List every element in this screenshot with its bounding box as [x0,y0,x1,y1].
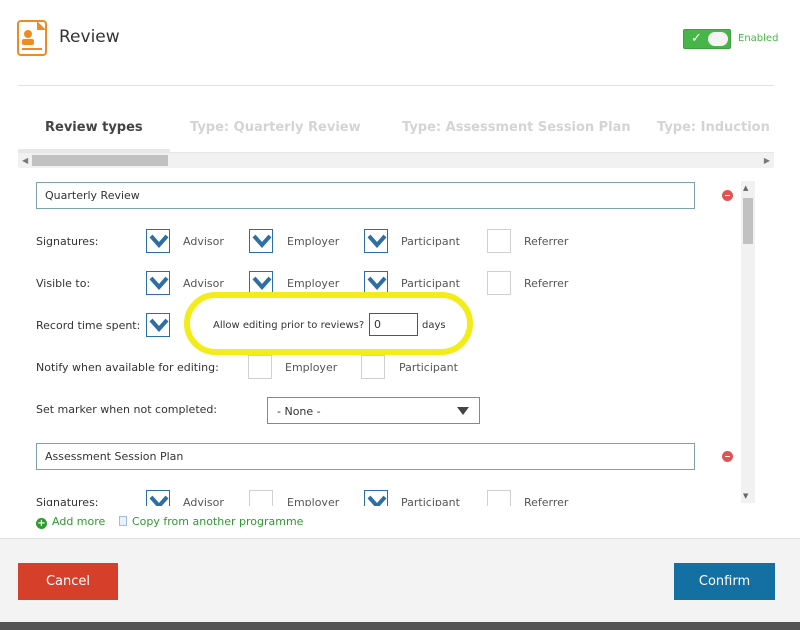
add-more-label: Add more [52,515,106,528]
marker-select[interactable]: - None - [267,397,480,424]
checkmark-icon [149,318,169,332]
page-title: Review [59,27,120,47]
checkmark-icon [367,495,387,506]
employer-label: Employer [287,235,340,248]
signature-employer-checkbox[interactable] [249,229,273,253]
employer-label: Employer [285,361,338,374]
employer-label: Employer [287,277,340,290]
confirm-button[interactable]: Confirm [674,563,775,600]
signature-advisor-checkbox[interactable] [146,490,170,506]
record-time-checkbox[interactable] [146,313,170,337]
remove-icon[interactable] [722,190,733,201]
referrer-label: Referrer [524,496,569,506]
referrer-label: Referrer [524,235,569,248]
dialog-footer: Cancel Confirm [0,538,800,630]
scroll-thumb[interactable] [743,198,753,244]
scroll-up-icon[interactable]: ▲ [743,184,748,192]
referrer-label: Referrer [524,277,569,290]
signature-advisor-checkbox[interactable] [146,229,170,253]
days-input[interactable]: 0 [369,313,418,336]
notify-participant-checkbox[interactable] [361,355,385,379]
days-unit-label: days [422,320,446,331]
scroll-thumb[interactable] [32,155,168,166]
enabled-toggle[interactable]: ✓ [683,29,731,49]
vertical-scrollbar[interactable]: ▲ ▼ [741,181,755,503]
signature-referrer-checkbox[interactable] [487,490,511,506]
page-header: Review ✓ Enabled [0,0,800,86]
copy-programme-label: Copy from another programme [132,515,304,528]
checkmark-icon [149,495,169,506]
notify-employer-checkbox[interactable] [248,355,272,379]
visible-participant-checkbox[interactable] [364,271,388,295]
scroll-down-icon[interactable]: ▼ [743,492,748,500]
window-edge [0,622,800,630]
visible-employer-checkbox[interactable] [249,271,273,295]
signature-participant-checkbox[interactable] [364,490,388,506]
review-document-icon [17,20,47,56]
signature-participant-checkbox[interactable] [364,229,388,253]
scroll-right-icon[interactable]: ▶ [764,153,770,168]
notify-label: Notify when available for editing: [36,361,219,374]
tab-induction[interactable]: Type: Induction Pr [657,108,774,152]
signature-referrer-checkbox[interactable] [487,229,511,253]
employer-label: Employer [287,496,340,506]
toggle-label: Enabled [738,33,779,44]
horizontal-scrollbar[interactable]: ◀ ▶ [18,152,774,168]
participant-label: Participant [399,361,458,374]
copy-programme-link[interactable]: Copy from another programme [119,515,303,528]
advisor-label: Advisor [183,277,224,290]
signatures-label: Signatures: [36,235,99,248]
partial-row-clip: Signatures: Advisor Employer Participant… [0,486,740,506]
toggle-knob [708,32,728,46]
record-time-label: Record time spent: [36,319,141,332]
remove-icon[interactable] [722,451,733,462]
tab-review-types[interactable]: Review types [18,108,170,152]
scroll-left-icon[interactable]: ◀ [22,153,28,168]
tab-assessment-session-plan[interactable]: Type: Assessment Session Plan [402,108,631,152]
marker-select-value: - None - [277,405,321,418]
checkmark-icon [252,276,272,290]
checkmark-icon [149,234,169,248]
participant-label: Participant [401,235,460,248]
document-icon [119,516,127,526]
participant-label: Participant [401,496,460,506]
checkmark-icon [367,234,387,248]
chevron-down-icon [457,407,469,415]
review-type-name-input[interactable]: Quarterly Review [36,182,695,209]
divider [18,85,774,86]
visible-referrer-checkbox[interactable] [487,271,511,295]
advisor-label: Advisor [183,496,224,506]
plus-icon: + [36,518,47,529]
checkmark-icon [252,234,272,248]
cancel-button[interactable]: Cancel [18,563,118,600]
advisor-label: Advisor [183,235,224,248]
visible-advisor-checkbox[interactable] [146,271,170,295]
signature-employer-checkbox[interactable] [249,490,273,506]
checkmark-icon [149,276,169,290]
marker-label: Set marker when not completed: [36,403,218,416]
review-type-name-input[interactable]: Assessment Session Plan [36,443,695,470]
signatures-label: Signatures: [36,496,99,506]
participant-label: Participant [401,277,460,290]
allow-editing-label: Allow editing prior to reviews? [213,320,365,331]
tab-bar: Review types Type: Quarterly Review Type… [18,108,774,152]
tab-quarterly-review[interactable]: Type: Quarterly Review [190,108,361,152]
check-icon: ✓ [691,31,702,46]
add-more-link[interactable]: + Add more [36,515,105,529]
visible-to-label: Visible to: [36,277,91,290]
checkmark-icon [367,276,387,290]
